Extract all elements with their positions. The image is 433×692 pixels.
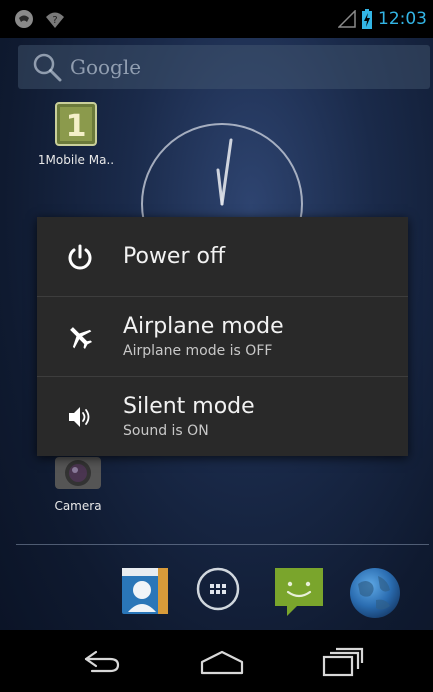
1mobile-market-icon: 1: [54, 101, 98, 147]
recent-apps-icon[interactable]: [314, 642, 370, 682]
silent-mode-status: Sound is ON: [123, 423, 209, 439]
search-placeholder: Google: [70, 55, 142, 79]
airplane-mode-status: Airplane mode is OFF: [123, 343, 273, 359]
back-icon[interactable]: [74, 642, 130, 682]
camera-icon: [51, 457, 105, 493]
analog-clock-widget[interactable]: [138, 120, 308, 285]
airplane-mode-title: Airplane mode: [123, 314, 284, 339]
power-off-option[interactable]: Power off: [37, 217, 408, 296]
app-camera[interactable]: Camera: [36, 457, 120, 513]
airplane-mode-option[interactable]: Airplane mode Airplane mode is OFF: [37, 297, 408, 376]
silent-mode-title: Silent mode: [123, 394, 255, 419]
signal-icon: [338, 10, 356, 28]
power-icon: [66, 243, 94, 271]
google-search-bar[interactable]: Google: [18, 45, 430, 89]
home-icon[interactable]: [194, 642, 250, 682]
app-1mobile-market[interactable]: 1 1Mobile Ma..: [34, 101, 118, 167]
home-screen: ? 12:03 Google 1 1Mobile Ma.. Camera Pow…: [0, 0, 433, 692]
notification-icon: [14, 9, 34, 29]
contacts-icon[interactable]: [120, 566, 170, 620]
dock-divider: [16, 544, 429, 545]
wifi-unknown-icon: ?: [44, 9, 64, 29]
battery-charging-icon: [362, 9, 372, 29]
status-clock: 12:03: [378, 9, 427, 29]
app-label: 1Mobile Ma..: [37, 153, 115, 167]
power-off-title: Power off: [123, 244, 226, 269]
status-right-cluster: 12:03: [338, 8, 427, 30]
airplane-icon: [66, 323, 94, 351]
search-icon: [32, 52, 62, 82]
status-bar: ? 12:03: [0, 0, 433, 38]
svg-text:?: ?: [52, 15, 57, 26]
power-options-dialog: Power off Airplane mode Airplane mode is…: [37, 217, 408, 456]
app-label: Camera: [54, 499, 102, 513]
silent-mode-option[interactable]: Silent mode Sound is ON: [37, 377, 408, 456]
1mobile-glyph: 1: [66, 109, 87, 144]
browser-icon[interactable]: [348, 566, 402, 624]
all-apps-icon[interactable]: [195, 566, 241, 616]
messaging-icon[interactable]: [273, 566, 325, 622]
navigation-bar: [0, 630, 433, 692]
speaker-icon: [66, 404, 94, 430]
